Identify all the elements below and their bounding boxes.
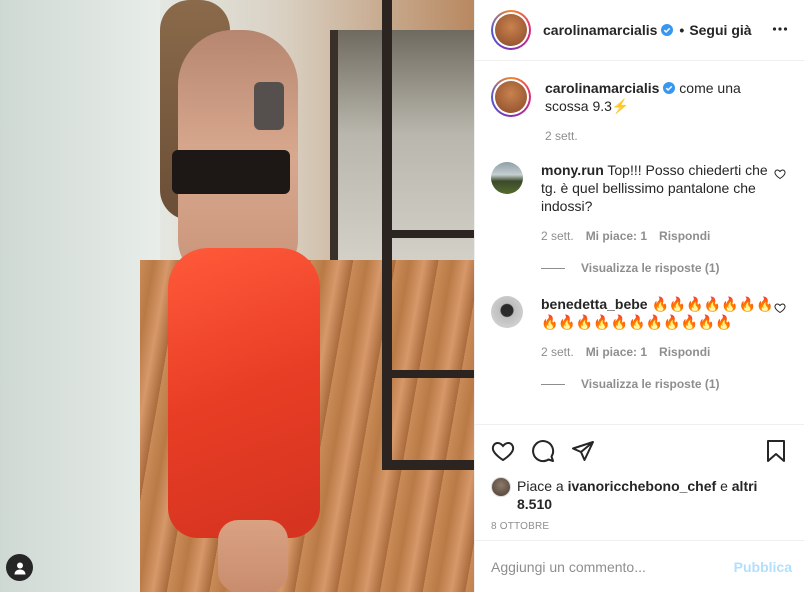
comment-likes[interactable]: Mi piace: 1 — [586, 343, 647, 361]
view-replies-label: Visualizza le risposte (1) — [581, 377, 720, 391]
post-header: carolinamarcialis • Segui già — [475, 0, 804, 61]
reply-button[interactable]: Rispondi — [659, 227, 710, 245]
bookmark-save-icon[interactable] — [764, 439, 788, 463]
post-actions: Piace a ivanoricchebono_chef e altri 8.5… — [475, 424, 804, 540]
verified-icon — [661, 24, 674, 36]
post-photo[interactable] — [0, 0, 474, 592]
author-username[interactable]: carolinamarcialis — [543, 22, 657, 38]
like-heart-icon[interactable] — [491, 439, 515, 463]
replies-divider — [541, 383, 565, 385]
photo-phone — [254, 82, 284, 130]
comment-input[interactable] — [491, 558, 734, 575]
commenter-avatar[interactable] — [491, 162, 523, 194]
comment-time[interactable]: 2 sett. — [541, 227, 574, 245]
post-side-panel: carolinamarcialis • Segui già carolinama… — [474, 0, 804, 592]
caption-username[interactable]: carolinamarcialis — [545, 80, 659, 96]
reply-button[interactable]: Rispondi — [659, 343, 710, 361]
verified-icon — [663, 82, 676, 94]
comment-like-heart-icon[interactable] — [774, 301, 786, 317]
comment-likes[interactable]: Mi piace: 1 — [586, 227, 647, 245]
post-date[interactable]: 8 OTTOBRE — [491, 521, 788, 532]
caption-avatar[interactable] — [491, 77, 531, 117]
photo-pants — [168, 248, 320, 538]
more-options-icon[interactable] — [772, 21, 788, 40]
header-separator: • — [679, 22, 685, 38]
replies-divider — [541, 267, 565, 269]
photo-mirror-frame — [382, 0, 474, 470]
likes-summary: Piace a ivanoricchebono_chef e altri 8.5… — [491, 477, 788, 513]
photo-legs — [218, 520, 288, 592]
photo-wall — [0, 0, 160, 592]
comment-item: mony.run Top!!! Posso chiederti che tg. … — [491, 161, 788, 245]
likes-joiner: e — [720, 478, 728, 494]
liker-avatar[interactable] — [491, 477, 511, 497]
publish-button[interactable]: Pubblica — [734, 559, 792, 575]
comment-item: benedetta_bebe 🔥🔥🔥🔥🔥🔥🔥🔥🔥🔥🔥🔥🔥🔥🔥🔥🔥🔥 2 sett… — [491, 295, 788, 361]
following-button[interactable]: Segui già — [689, 22, 751, 38]
view-replies-button[interactable]: Visualizza le risposte (1) — [541, 261, 788, 275]
comment-username[interactable]: mony.run — [541, 162, 604, 178]
liker-username[interactable]: ivanoricchebono_chef — [568, 478, 717, 494]
comment-username[interactable]: benedetta_bebe — [541, 296, 648, 312]
post-caption: carolinamarcialis come una scossa 9.3⚡️ … — [491, 77, 788, 145]
comments-section[interactable]: carolinamarcialis come una scossa 9.3⚡️ … — [475, 61, 804, 424]
commenter-avatar[interactable] — [491, 296, 523, 328]
comment-like-heart-icon[interactable] — [774, 167, 786, 183]
comment-time[interactable]: 2 sett. — [541, 343, 574, 361]
caption-time[interactable]: 2 sett. — [545, 127, 788, 145]
comment-bubble-icon[interactable] — [531, 439, 555, 463]
view-replies-label: Visualizza le risposte (1) — [581, 261, 720, 275]
share-send-icon[interactable] — [571, 439, 595, 463]
add-comment-bar: Pubblica — [475, 540, 804, 592]
author-avatar[interactable] — [491, 10, 531, 50]
instagram-post: carolinamarcialis • Segui già carolinama… — [0, 0, 804, 592]
likes-prefix: Piace a — [517, 478, 564, 494]
photo-top — [172, 150, 290, 194]
tagged-user-icon[interactable] — [6, 554, 33, 581]
view-replies-button[interactable]: Visualizza le risposte (1) — [541, 377, 788, 391]
